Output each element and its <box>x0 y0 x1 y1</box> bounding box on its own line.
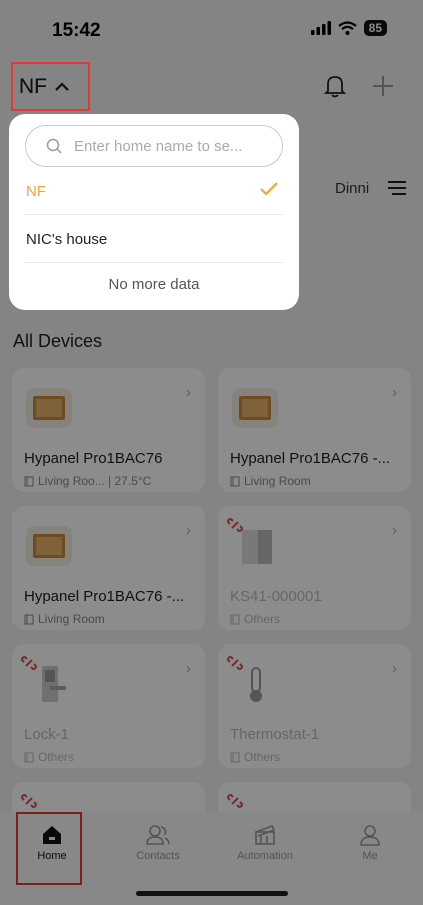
home-indicator <box>136 891 288 896</box>
home-search[interactable] <box>25 125 283 167</box>
home-switcher-highlight[interactable]: NF <box>11 62 90 111</box>
search-icon <box>46 138 62 154</box>
divider <box>25 262 283 263</box>
home-option-label: NIC's house <box>26 230 108 248</box>
home-option-nf[interactable]: NF <box>25 167 283 215</box>
no-more-data-label: No more data <box>108 276 200 293</box>
home-option-label: NF <box>26 182 46 200</box>
home-search-input[interactable] <box>74 137 269 155</box>
home-dropdown: NF NIC's house No more data <box>9 114 299 310</box>
home-option-nics-house[interactable]: NIC's house <box>25 215 283 263</box>
chevron-up-icon <box>55 82 69 91</box>
checkmark-icon <box>260 182 278 196</box>
app-screen: 15:42 85 NF Dinni All Devices › Hypanel … <box>0 0 423 905</box>
current-home-name: NF <box>19 74 47 98</box>
